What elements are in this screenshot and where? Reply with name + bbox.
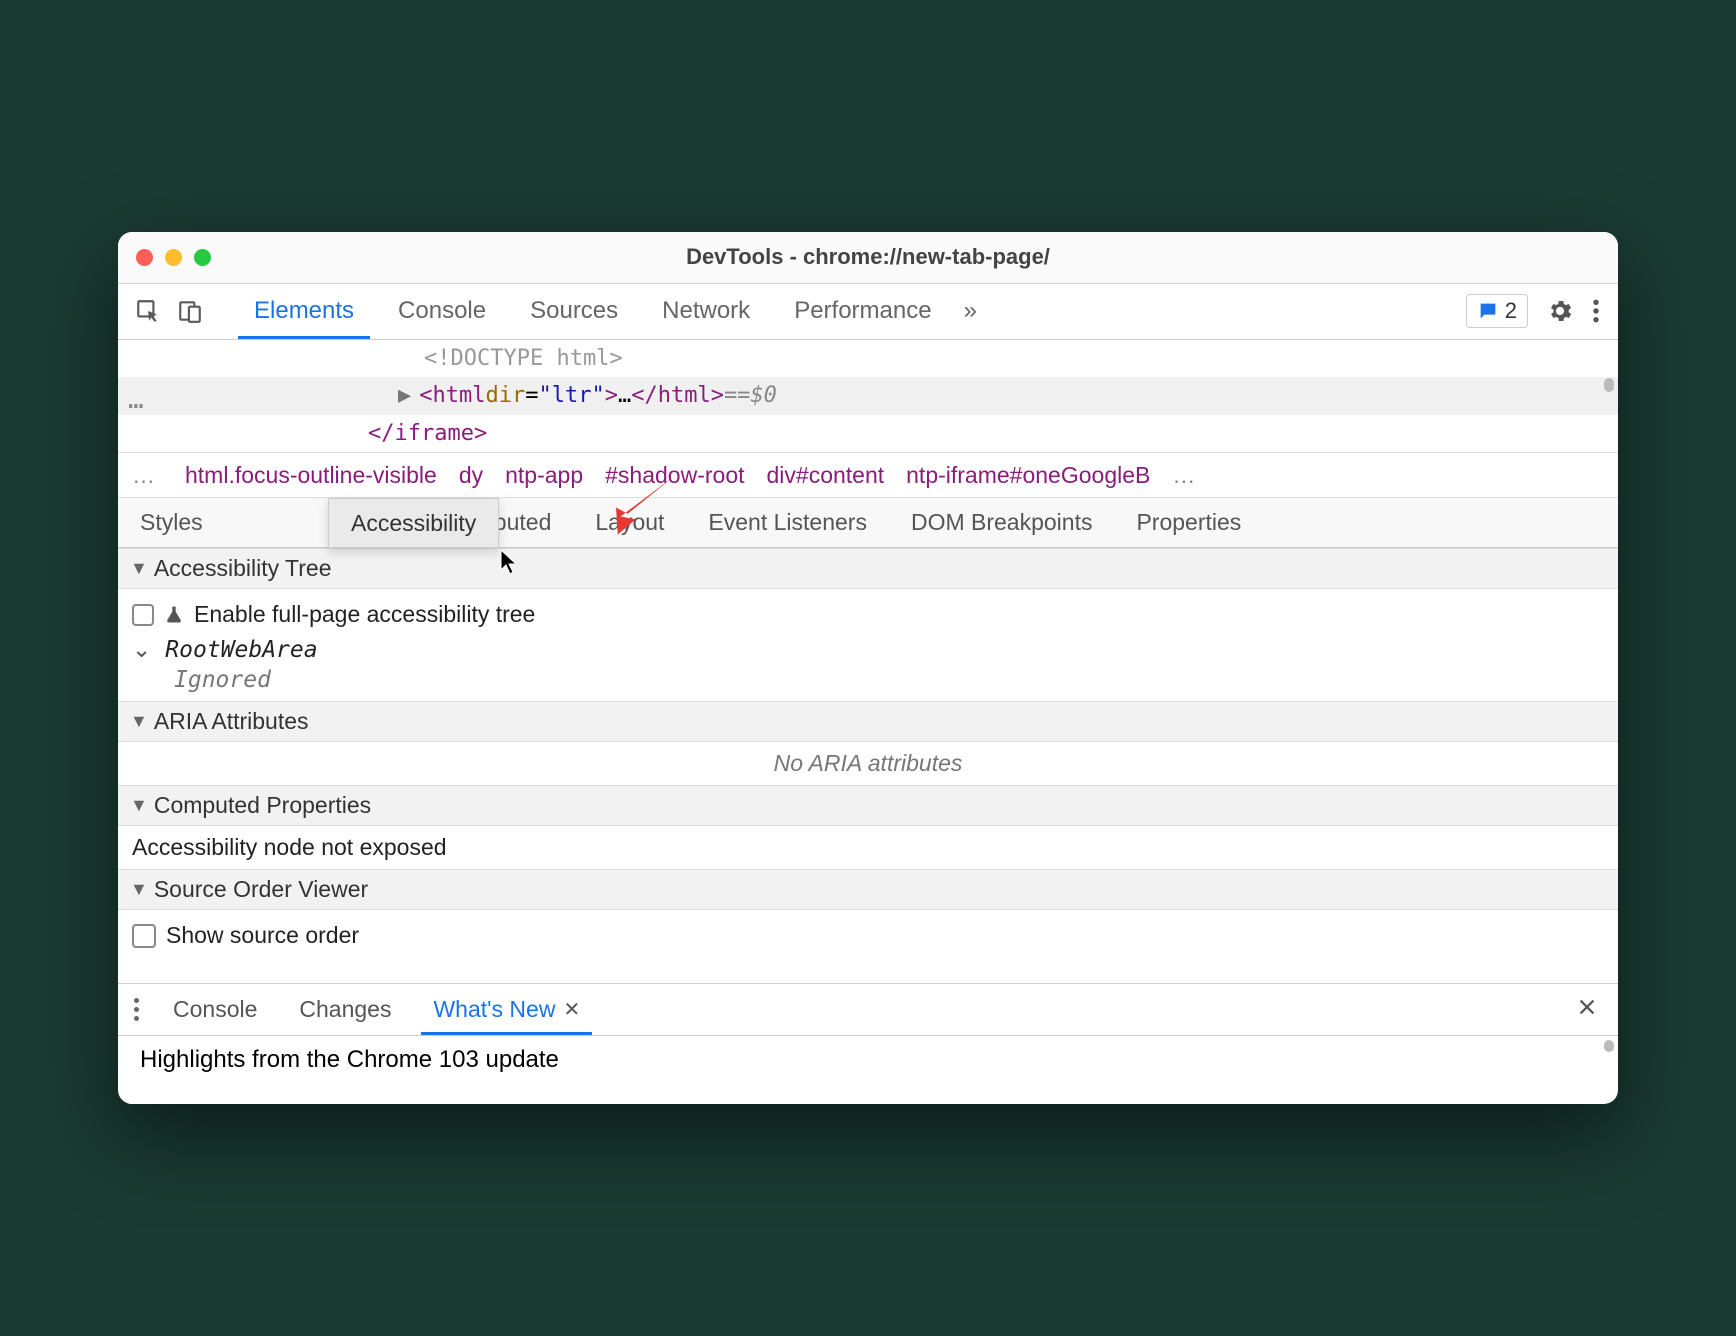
drawer-body: Highlights from the Chrome 103 update xyxy=(118,1036,1618,1104)
breadcrumb: … html.focus-outline-visible dy ntp-app … xyxy=(118,452,1618,498)
tab-properties[interactable]: Properties xyxy=(1114,498,1263,547)
issues-badge[interactable]: 2 xyxy=(1466,294,1528,328)
disclosure-triangle-icon: ▼ xyxy=(130,711,148,732)
crumb-div-content[interactable]: div#content xyxy=(767,462,885,489)
annotation-arrow-icon xyxy=(598,458,688,553)
dom-ellipsis-icon: … xyxy=(128,378,146,422)
tab-console[interactable]: Console xyxy=(376,284,508,339)
no-aria-message: No ARIA attributes xyxy=(774,750,963,776)
section-aria-attributes[interactable]: ▼ ARIA Attributes xyxy=(118,701,1618,742)
show-source-order-checkbox[interactable] xyxy=(132,924,156,948)
crumb-trail-ellipsis[interactable]: … xyxy=(1172,462,1195,489)
drawer-tab-console[interactable]: Console xyxy=(157,984,273,1035)
inspect-element-icon[interactable] xyxy=(130,293,166,329)
tree-expand-icon[interactable]: ⌄ xyxy=(132,636,151,663)
disclosure-triangle-icon: ▼ xyxy=(130,879,148,900)
close-window-button[interactable] xyxy=(136,249,153,266)
minimize-window-button[interactable] xyxy=(165,249,182,266)
dom-tree[interactable]: … <!DOCTYPE html> ▶ <html dir="ltr">…</h… xyxy=(118,340,1618,452)
tree-root-node[interactable]: RootWebArea xyxy=(165,637,317,663)
close-tab-icon[interactable]: ✕ xyxy=(563,997,580,1022)
drawer-tabs: Console Changes What's New ✕ xyxy=(118,984,1618,1036)
expand-triangle-icon[interactable]: ▶ xyxy=(398,377,411,414)
whats-new-headline: Highlights from the Chrome 103 update xyxy=(140,1046,559,1073)
dom-line-doctype[interactable]: <!DOCTYPE html> xyxy=(118,340,1618,377)
enable-fullpage-label: Enable full-page accessibility tree xyxy=(194,601,535,628)
accessibility-tree-body: Enable full-page accessibility tree ⌄ Ro… xyxy=(118,589,1618,701)
drawer-close-icon[interactable] xyxy=(1576,996,1606,1023)
zoom-window-button[interactable] xyxy=(194,249,211,266)
sidebar-tabs-wrap: Styles mputed Layout Event Listeners DOM… xyxy=(118,498,1618,548)
scrollbar-thumb[interactable] xyxy=(1604,1040,1614,1052)
titlebar: DevTools - chrome://new-tab-page/ xyxy=(118,232,1618,284)
main-toolbar: Elements Console Sources Network Perform… xyxy=(118,284,1618,340)
drawer-menu-icon[interactable] xyxy=(130,998,147,1021)
disclosure-triangle-icon: ▼ xyxy=(130,558,148,579)
source-order-body: Show source order xyxy=(118,910,1618,983)
device-toolbar-icon[interactable] xyxy=(172,293,208,329)
tab-elements[interactable]: Elements xyxy=(232,284,376,339)
tab-overflow[interactable]: » xyxy=(954,284,987,339)
issues-count: 2 xyxy=(1505,298,1517,324)
drawer-tab-changes[interactable]: Changes xyxy=(283,984,407,1035)
crumb-ntp-app[interactable]: ntp-app xyxy=(505,462,583,489)
tab-sources[interactable]: Sources xyxy=(508,284,640,339)
dom-line-iframe-close[interactable]: </iframe> xyxy=(118,415,1618,452)
devtools-window: DevTools - chrome://new-tab-page/ Elemen… xyxy=(118,232,1618,1104)
computed-properties-body: Accessibility node not exposed xyxy=(118,826,1618,869)
more-menu-icon[interactable] xyxy=(1592,298,1600,324)
dom-line-html[interactable]: ▶ <html dir="ltr">…</html> == $0 xyxy=(118,377,1618,414)
crumb-html[interactable]: html.focus-outline-visible xyxy=(185,462,437,489)
tab-accessibility-dragged[interactable]: Accessibility xyxy=(328,498,499,548)
crumb-ntp-iframe[interactable]: ntp-iframe#oneGoogleB xyxy=(906,462,1150,489)
crumb-lead-ellipsis[interactable]: … xyxy=(124,462,163,489)
enable-fullpage-checkbox[interactable] xyxy=(132,604,154,626)
tree-ignored-node[interactable]: Ignored xyxy=(132,667,1604,693)
show-source-order-label: Show source order xyxy=(166,922,359,949)
section-source-order[interactable]: ▼ Source Order Viewer xyxy=(118,869,1618,910)
computed-not-exposed-message: Accessibility node not exposed xyxy=(132,834,447,860)
window-title: DevTools - chrome://new-tab-page/ xyxy=(118,244,1618,270)
drawer-tab-whats-new[interactable]: What's New ✕ xyxy=(417,984,596,1035)
tab-styles[interactable]: Styles xyxy=(118,498,225,547)
tab-event-listeners[interactable]: Event Listeners xyxy=(686,498,889,547)
traffic-lights xyxy=(118,249,211,266)
tab-network[interactable]: Network xyxy=(640,284,772,339)
aria-attributes-body: No ARIA attributes xyxy=(118,742,1618,785)
toolbar-right: 2 xyxy=(1466,294,1606,328)
tab-performance[interactable]: Performance xyxy=(772,284,953,339)
section-accessibility-tree[interactable]: ▼ Accessibility Tree xyxy=(118,548,1618,589)
tab-dom-breakpoints[interactable]: DOM Breakpoints xyxy=(889,498,1115,547)
crumb-body-partial[interactable]: dy xyxy=(459,462,483,489)
disclosure-triangle-icon: ▼ xyxy=(130,795,148,816)
section-computed-properties[interactable]: ▼ Computed Properties xyxy=(118,785,1618,826)
mouse-cursor-icon xyxy=(498,548,520,581)
settings-gear-icon[interactable] xyxy=(1546,297,1574,325)
experiment-flask-icon xyxy=(164,604,184,626)
scrollbar-thumb[interactable] xyxy=(1604,378,1614,392)
drawer: Console Changes What's New ✕ Highlights … xyxy=(118,983,1618,1104)
panel-tabs: Elements Console Sources Network Perform… xyxy=(232,284,1460,339)
